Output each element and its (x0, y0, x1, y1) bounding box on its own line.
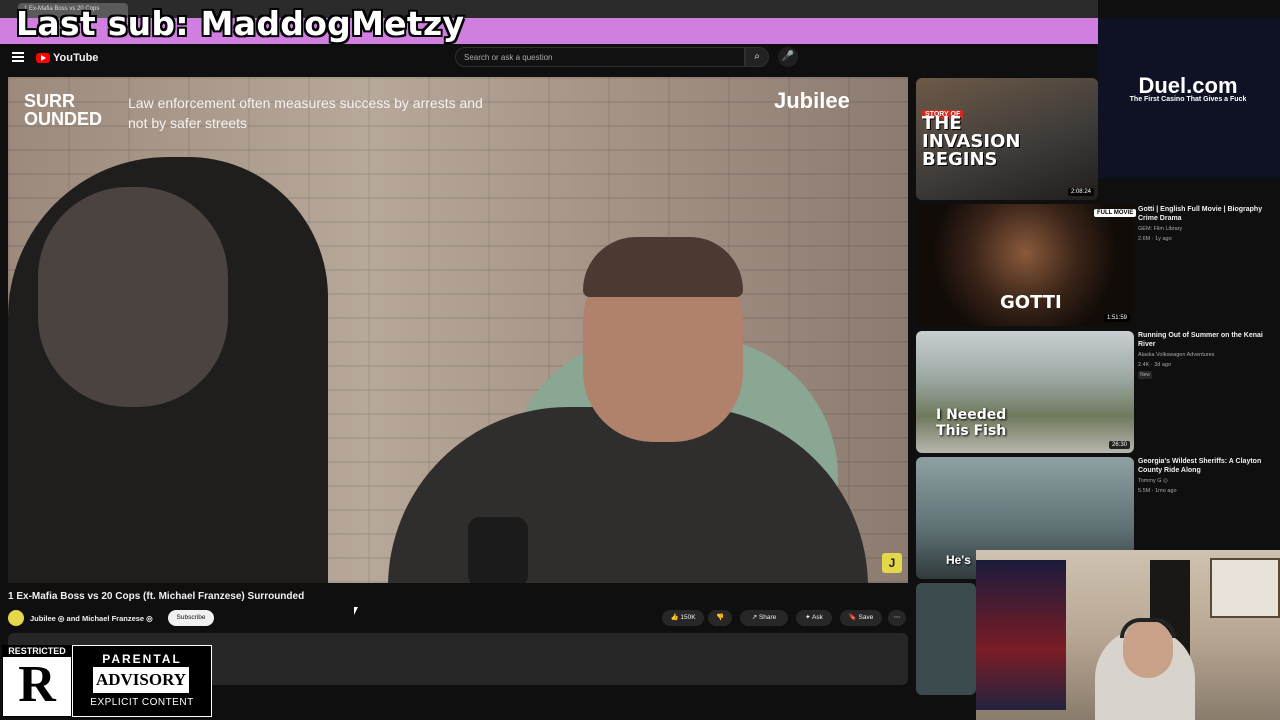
duration-badge: 1:51:59 (1103, 314, 1130, 322)
ask-button[interactable]: ✦ Ask (796, 610, 832, 626)
video-title: 1 Ex-Mafia Boss vs 20 Cops (ft. Michael … (8, 591, 305, 602)
recommendation-title[interactable]: Georgia's Wildest Sheriffs: A Clayton Co… (1138, 457, 1268, 475)
like-button[interactable]: 👍 150K (662, 610, 704, 626)
video-player[interactable] (8, 77, 908, 583)
restricted-letter: R (18, 656, 56, 713)
subscribe-button[interactable]: Subscribe (168, 610, 214, 626)
search-input[interactable]: Search or ask a question (455, 47, 745, 67)
recommendation-meta: 2.4K · 3d ago (1138, 362, 1172, 368)
thumbnail-text: GOTTI (1000, 292, 1062, 313)
thumbnail-text: He's (946, 553, 971, 567)
new-badge: New (1138, 371, 1153, 379)
video-caption-overlay: Law enforcement often measures success b… (128, 95, 483, 131)
recommendation-meta: 2.6M · 1y ago (1138, 236, 1172, 242)
thumbs-down-icon: 👎 (715, 614, 725, 621)
recommendation-title[interactable]: Running Out of Summer on the Kenai River (1138, 331, 1268, 349)
microphone-icon[interactable]: 🎤 (778, 47, 798, 67)
recommendation-meta: 5.5M · 1mo ago (1138, 488, 1177, 494)
search-icon[interactable]: ⌕ (745, 47, 769, 67)
more-actions-icon[interactable]: ⋯ (888, 610, 906, 626)
share-label: Share (758, 614, 777, 621)
recommendation-thumbnail-5[interactable] (916, 583, 976, 695)
save-button[interactable]: 🔖 Save (840, 610, 882, 626)
mouse-cursor-icon (354, 607, 358, 615)
sparkle-icon: ✦ (805, 614, 813, 621)
jubilee-watermark: Jubilee (774, 88, 850, 113)
recommendation-channel[interactable]: Tommy G ◎ (1138, 477, 1268, 485)
advisory-line-1: PARENTAL (102, 652, 182, 666)
thumbnail-text: THE INVASION BEGINS (922, 113, 1021, 170)
thumbs-up-icon: 👍 (670, 614, 681, 621)
thumbnail-tag: FULL MOVIE (1094, 209, 1137, 217)
youtube-wordmark: YouTube (53, 52, 99, 64)
channel-name[interactable]: Jubilee ◎ and Michael Franzese ◎ (30, 614, 153, 623)
advisory-line-2: ADVISORY (93, 667, 189, 693)
recommendation-channel[interactable]: GEM: Film Library (1138, 225, 1268, 233)
bookmark-icon: 🔖 (848, 614, 859, 621)
surrounded-logo: SURR OUNDED (24, 91, 103, 129)
last-sub-overlay: Last sub: MaddogMetzy (16, 4, 465, 43)
avatar[interactable] (8, 610, 24, 626)
like-count: 150K (680, 614, 696, 621)
share-button[interactable]: ↗ Share (740, 610, 788, 626)
speaker-hair (583, 237, 743, 297)
channel-watermark-badge[interactable]: J (882, 553, 902, 573)
save-label: Save (858, 614, 874, 621)
duration-badge: 26:30 (1108, 441, 1130, 449)
menu-icon[interactable] (12, 52, 24, 62)
dislike-button[interactable]: 👎 (708, 610, 732, 626)
duel-tagline: The First Casino That Gives a Fuck (1129, 96, 1247, 103)
recommendation-title[interactable]: Gotti | English Full Movie | Biography C… (1138, 205, 1268, 223)
headset-icon (1120, 618, 1176, 638)
youtube-play-icon (36, 53, 50, 63)
webcam-wall-flag (976, 560, 1066, 710)
foreground-person-head (38, 187, 228, 407)
studio-microphone (468, 517, 528, 583)
advisory-line-3: EXPLICIT CONTENT (90, 697, 194, 708)
share-icon: ↗ (751, 614, 759, 621)
webcam-poster (1210, 558, 1280, 618)
recommendation-channel[interactable]: Alaska Volkswagen Adventures (1138, 351, 1268, 359)
duration-badge: 2:08:24 (1067, 188, 1094, 196)
youtube-logo[interactable]: YouTube (36, 52, 98, 64)
ask-label: Ask (812, 614, 823, 621)
thumbnail-text: I Needed This Fish (936, 407, 1007, 439)
